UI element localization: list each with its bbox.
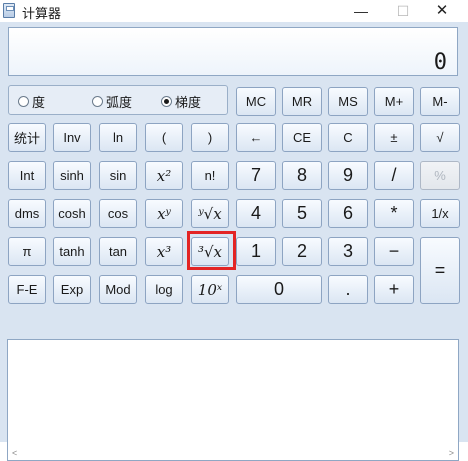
backspace-button[interactable]: ← [236,123,276,152]
cosh-button[interactable]: cosh [53,199,91,228]
equals-button[interactable]: = [420,237,460,304]
yth-root-button[interactable]: ʸ√x [191,199,229,228]
digit-6-button[interactable]: 6 [328,199,368,228]
maximize-button[interactable]: ☐ [386,0,420,22]
calculator-icon [3,3,15,18]
cos-button[interactable]: cos [99,199,137,228]
display: 0 [8,27,458,76]
digit-3-button[interactable]: 3 [328,237,368,266]
negate-button[interactable]: ± [374,123,414,152]
subtract-button[interactable]: − [374,237,414,266]
inv-button[interactable]: Inv [53,123,91,152]
divide-button[interactable]: / [374,161,414,190]
c-button[interactable]: C [328,123,368,152]
minimize-button[interactable]: — [344,0,378,22]
digit-9-button[interactable]: 9 [328,161,368,190]
radio-degrees-label: 度 [32,94,46,110]
m-plus-button[interactable]: M+ [374,87,414,116]
angle-mode-group: 度 弧度 梯度 [8,85,228,115]
dms-button[interactable]: dms [8,199,46,228]
radio-dot [92,95,103,107]
radio-radians-label: 弧度 [106,94,133,110]
multiply-button[interactable]: * [374,199,414,228]
decimal-button[interactable]: . [328,275,368,304]
int-button[interactable]: Int [8,161,46,190]
radio-radians[interactable]: 弧度 [92,93,133,110]
close-paren-button[interactable]: ) [191,123,229,152]
title-bar: 计算器 — ☐ ✕ [0,0,468,22]
radio-dot [18,95,29,107]
square-button[interactable]: x² [145,161,183,190]
f-e-button[interactable]: F-E [8,275,46,304]
digit-0-button[interactable]: 0 [236,275,322,304]
ms-button[interactable]: MS [328,87,368,116]
reciprocal-button[interactable]: 1/x [420,199,460,228]
open-paren-button[interactable]: ( [145,123,183,152]
add-button[interactable]: + [374,275,414,304]
ce-button[interactable]: CE [282,123,322,152]
window-title: 计算器 [22,6,62,21]
exp-button[interactable]: Exp [53,275,91,304]
scroll-left-arrow[interactable]: < [12,448,17,458]
ln-button[interactable]: ln [99,123,137,152]
power-button[interactable]: xʸ [145,199,183,228]
cube-button[interactable]: x³ [145,237,183,266]
scroll-right-arrow[interactable]: > [449,448,454,458]
digit-1-button[interactable]: 1 [236,237,276,266]
pi-button[interactable]: π [8,237,46,266]
radio-grads[interactable]: 梯度 [161,93,202,110]
radio-grads-label: 梯度 [175,94,202,110]
highlight-box [187,231,236,270]
sqrt-button[interactable]: √ [420,123,460,152]
m-minus-button[interactable]: M- [420,87,460,116]
radio-degrees[interactable]: 度 [18,93,46,110]
statistics-button[interactable]: 统计 [8,123,46,152]
mr-button[interactable]: MR [282,87,322,116]
percent-button[interactable]: % [420,161,460,190]
digit-2-button[interactable]: 2 [282,237,322,266]
sin-button[interactable]: sin [99,161,137,190]
tanh-button[interactable]: tanh [53,237,91,266]
sinh-button[interactable]: sinh [53,161,91,190]
ten-power-button[interactable]: 10ˣ [191,275,229,304]
factorial-button[interactable]: n! [191,161,229,190]
close-button[interactable]: ✕ [425,0,459,22]
digit-5-button[interactable]: 5 [282,199,322,228]
mc-button[interactable]: MC [236,87,276,116]
digit-4-button[interactable]: 4 [236,199,276,228]
radio-dot-selected [161,95,172,107]
log-button[interactable]: log [145,275,183,304]
digit-7-button[interactable]: 7 [236,161,276,190]
tan-button[interactable]: tan [99,237,137,266]
display-value: 0 [433,50,447,75]
digit-8-button[interactable]: 8 [282,161,322,190]
mod-button[interactable]: Mod [99,275,137,304]
history-panel: < > [7,339,459,461]
